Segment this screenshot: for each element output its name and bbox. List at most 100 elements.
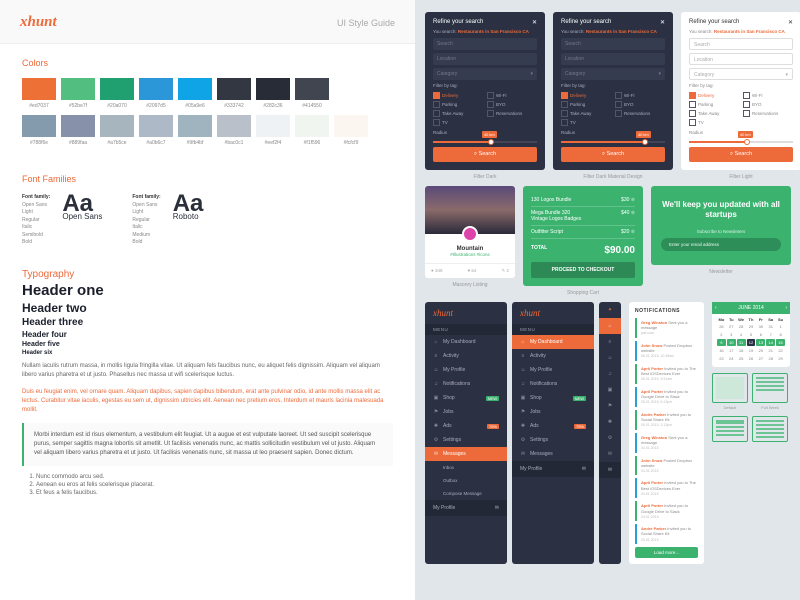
search-input[interactable]: Search (561, 38, 665, 50)
radius-slider[interactable]: 40 km (561, 141, 665, 143)
calendar-day[interactable]: 22 (776, 347, 785, 354)
calendar-day[interactable]: 11 (737, 339, 746, 346)
sidebar-subitem[interactable]: Outbox (425, 474, 507, 487)
email-input[interactable]: Enter your email address (661, 238, 781, 251)
notification-item[interactable]: April Porter Invited you to The Best iOS… (635, 478, 698, 498)
sidebar-item[interactable]: ✺Ads75% (425, 419, 507, 433)
tag-checkbox[interactable]: TV (561, 119, 611, 126)
search-input[interactable]: Search (689, 38, 793, 50)
calendar-day[interactable]: 9 (717, 339, 726, 346)
sidebar-item[interactable]: ⚑Jobs (425, 405, 507, 419)
calendar-day[interactable]: 10 (727, 339, 736, 346)
tag-checkbox[interactable]: BYO (743, 101, 793, 108)
sidebar-item[interactable]: ⌂My Dashboard (512, 335, 594, 349)
calendar-day[interactable]: 31 (766, 323, 775, 330)
sidebar-item[interactable]: ⚙Settings (425, 433, 507, 447)
calendar-day[interactable]: 15 (776, 339, 785, 346)
location-input[interactable]: Location (689, 53, 793, 65)
calendar-day[interactable]: 8 (776, 331, 785, 338)
calendar-day[interactable]: 18 (737, 347, 746, 354)
tag-checkbox[interactable]: Wi-Fi (743, 92, 793, 99)
search-button[interactable]: ⌕ Search (433, 147, 537, 162)
calendar-day[interactable]: 26 (717, 323, 726, 330)
sidebar-item[interactable]: ▣ShopNEW (512, 391, 594, 405)
tag-checkbox[interactable]: Parking (689, 101, 739, 108)
calendar-day[interactable]: 20 (756, 347, 765, 354)
sidebar-icon-item[interactable]: ≡ (599, 334, 621, 350)
tag-checkbox[interactable]: Parking (433, 101, 483, 108)
notification-item[interactable]: April Porter Invited you to The Best iOS… (635, 364, 698, 384)
tag-checkbox[interactable]: Reservations (743, 110, 793, 117)
sidebar-item[interactable]: ≡Activity (425, 349, 507, 363)
calendar-day[interactable]: 27 (756, 355, 765, 362)
calendar-day[interactable]: 6 (756, 331, 765, 338)
sidebar-icon-item[interactable]: ☺ (599, 350, 621, 366)
tag-checkbox[interactable]: TV (433, 119, 483, 126)
calendar-day[interactable]: 27 (727, 323, 736, 330)
notification-item[interactable]: Greg Winston Sent you a messagejust now (635, 318, 698, 338)
checkout-button[interactable]: PROCEED TO CHECKOUT (531, 262, 635, 278)
prev-month[interactable]: ‹ (715, 305, 717, 311)
sidebar-subitem[interactable]: Inbox (425, 461, 507, 474)
tag-checkbox[interactable]: Take Away (689, 110, 739, 117)
tag-checkbox[interactable]: Wi-Fi (487, 92, 537, 99)
radius-slider[interactable]: 40 km (689, 141, 793, 143)
tag-checkbox[interactable]: TV (689, 119, 739, 126)
radius-slider[interactable]: 40 km (433, 141, 537, 143)
sidebar-item[interactable]: ☺My Profile (425, 363, 507, 377)
remove-icon[interactable]: ⊗ (631, 197, 635, 203)
notification-item[interactable]: John Snow Posted Dropbox website06.01.20… (635, 341, 698, 361)
notification-item[interactable]: Greg Winston Sent you a message04.01.201… (635, 433, 698, 453)
search-button[interactable]: ⌕ Search (561, 147, 665, 162)
close-icon[interactable]: ✕ (660, 19, 665, 26)
sidebar-icon-item[interactable]: ♫ (599, 366, 621, 382)
sidebar-icon-item[interactable]: ✺ (599, 414, 621, 430)
search-input[interactable]: Search (433, 38, 537, 50)
sidebar-item[interactable]: ≡Activity (512, 349, 594, 363)
sidebar-icon-item[interactable]: ⚙ (599, 430, 621, 446)
sidebar-item[interactable]: ⌂My Dashboard (425, 335, 507, 349)
sidebar-item[interactable]: ☺My Profile (512, 363, 594, 377)
tag-checkbox[interactable]: Take Away (561, 110, 611, 117)
masonry-card[interactable]: Mountain#Illustrations #icons ● 348♥ 54✎… (425, 186, 515, 278)
calendar-day[interactable]: 23 (717, 355, 726, 362)
calendar-day[interactable]: 14 (766, 339, 775, 346)
sidebar-item[interactable]: ⚙Settings (512, 433, 594, 447)
category-select[interactable]: Category (561, 68, 665, 80)
notification-item[interactable]: April Porter Invited you to Google Drive… (635, 387, 698, 407)
notification-item[interactable]: April Porter Invited you to Google Drive… (635, 501, 698, 521)
next-month[interactable]: › (785, 305, 787, 311)
sidebar-icon-item[interactable]: ▣ (599, 382, 621, 398)
location-input[interactable]: Location (561, 53, 665, 65)
calendar-day[interactable]: 16 (717, 347, 726, 354)
tag-checkbox[interactable]: Reservations (487, 110, 537, 117)
calendar-day[interactable]: 28 (766, 355, 775, 362)
search-button[interactable]: ⌕ Search (689, 147, 793, 162)
notification-item[interactable]: Andre Parker Invited you to Social Share… (635, 410, 698, 430)
menu-footer[interactable]: My Profile✉ (425, 500, 507, 516)
sidebar-subitem[interactable]: Compose Message (425, 487, 507, 500)
calendar-day[interactable]: 3 (727, 331, 736, 338)
calendar-day[interactable]: 7 (766, 331, 775, 338)
calendar-day[interactable]: 13 (756, 339, 765, 346)
calendar-day[interactable]: 29 (776, 355, 785, 362)
location-input[interactable]: Location (433, 53, 537, 65)
sidebar-icon-item[interactable]: ⚑ (599, 398, 621, 414)
calendar-day[interactable]: 4 (737, 331, 746, 338)
remove-icon[interactable]: ⊗ (631, 210, 635, 216)
calendar-day[interactable]: 5 (747, 331, 756, 338)
tag-checkbox[interactable]: Delivery (561, 92, 611, 99)
tag-checkbox[interactable]: BYO (487, 101, 537, 108)
calendar-day[interactable]: 2 (717, 331, 726, 338)
calendar-day[interactable]: 26 (747, 355, 756, 362)
calendar-day[interactable]: 29 (747, 323, 756, 330)
calendar-day[interactable]: 12 (747, 339, 756, 346)
tag-checkbox[interactable]: Take Away (433, 110, 483, 117)
category-select[interactable]: Category (433, 68, 537, 80)
sidebar-item[interactable]: ✉Messages (512, 447, 594, 461)
notification-item[interactable]: John Snow Posted Dropbox website04.01.20… (635, 456, 698, 476)
tag-checkbox[interactable]: Wi-Fi (615, 92, 665, 99)
load-more-button[interactable]: Load more... (635, 547, 698, 558)
menu-footer[interactable]: My Profile✉ (512, 461, 594, 477)
tag-checkbox[interactable]: Delivery (433, 92, 483, 99)
